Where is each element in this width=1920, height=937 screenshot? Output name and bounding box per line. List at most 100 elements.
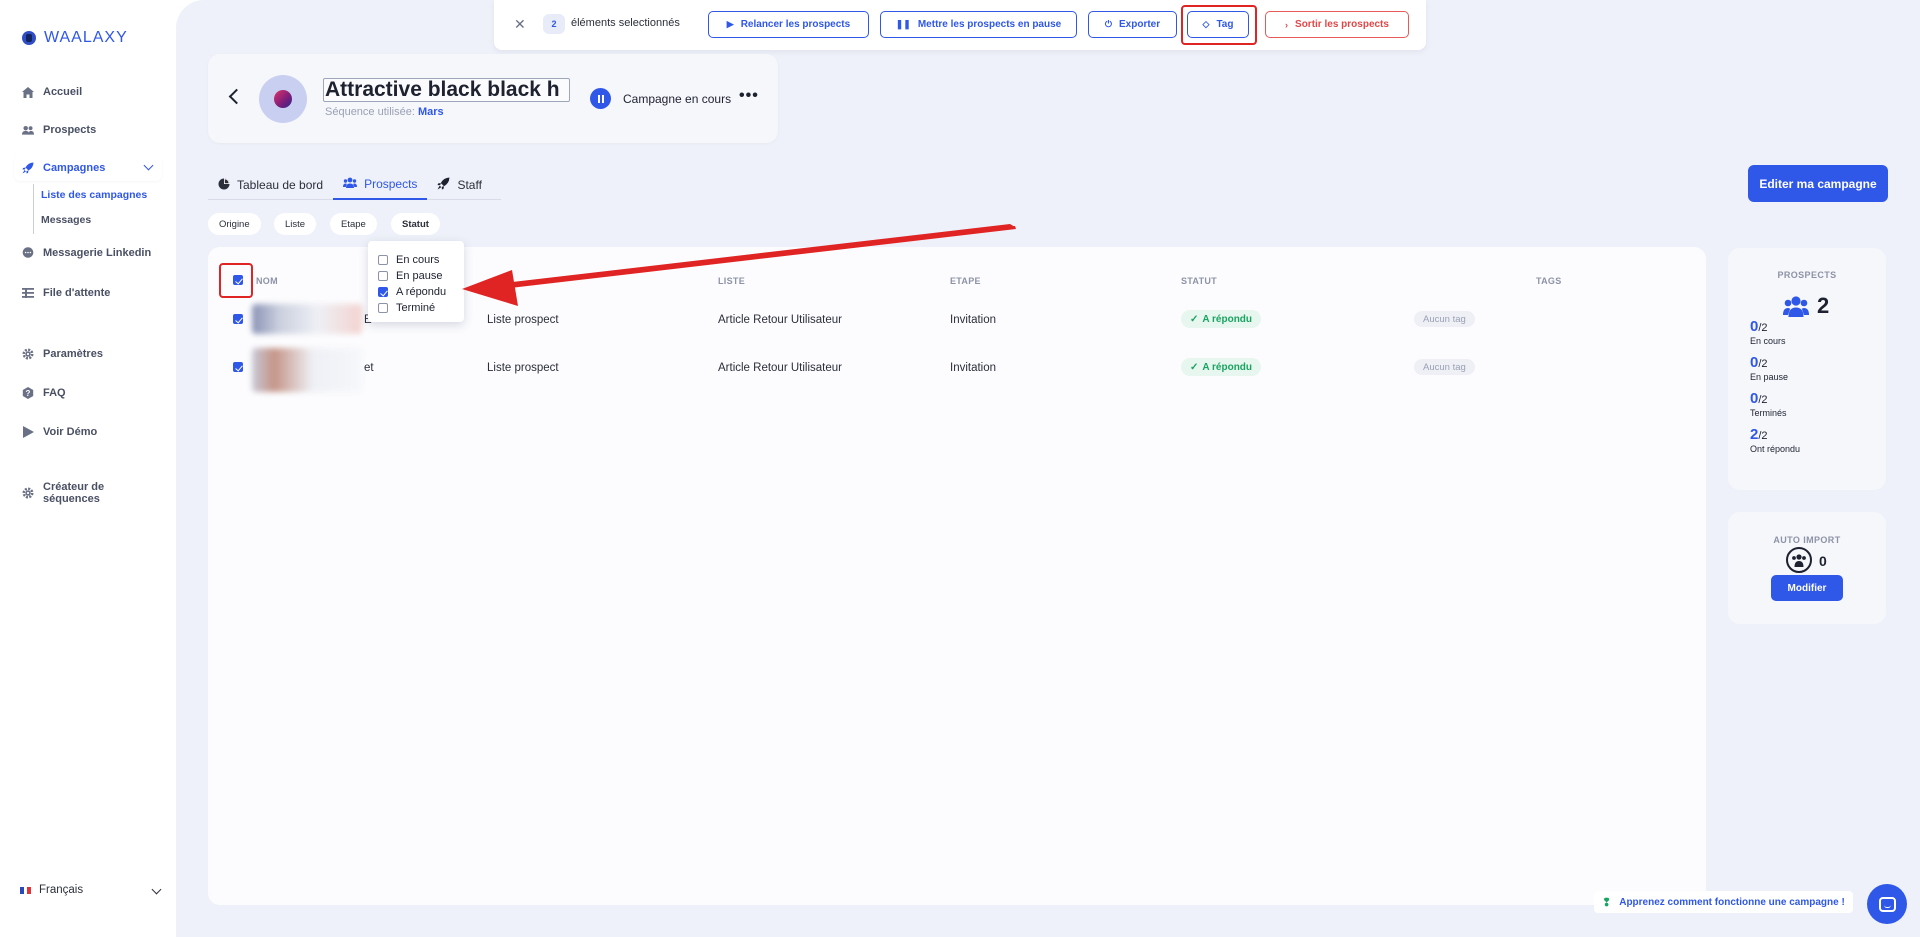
- prospects-table: [208, 247, 1706, 905]
- status-option-checkbox[interactable]: [378, 303, 388, 313]
- pause-campaign-button[interactable]: [590, 88, 611, 109]
- auto-import-icon: [1786, 547, 1812, 573]
- sidebar-item-accueil[interactable]: Accueil: [14, 79, 162, 105]
- pin-icon: ❢: [1602, 896, 1612, 909]
- campaign-title-input[interactable]: Attractive black black h: [323, 78, 570, 102]
- pause-prospects-button[interactable]: ❚❚ Mettre les prospects en pause: [880, 11, 1077, 38]
- stats-total: 2: [1783, 293, 1829, 319]
- sidebar-item-label: Campagnes: [43, 162, 106, 174]
- selected-count-badge: 2: [543, 14, 565, 34]
- selected-count-label: éléments selectionnés: [571, 17, 680, 29]
- play-icon: [22, 426, 34, 438]
- stat-label: En cours: [1750, 336, 1786, 346]
- sidebar-item-file-attente[interactable]: File d'attente: [14, 280, 162, 306]
- sidebar-item-messagerie[interactable]: Messagerie Linkedin: [14, 240, 162, 266]
- chat-icon: [1878, 896, 1896, 912]
- filter-liste[interactable]: Liste: [274, 213, 317, 235]
- close-icon[interactable]: ✕: [514, 16, 526, 33]
- campaign-status: Campagne en cours: [623, 92, 732, 106]
- tag-badge[interactable]: Aucun tag: [1414, 311, 1475, 327]
- sidebar-item-label: Messagerie Linkedin: [43, 247, 152, 259]
- gear-icon: [22, 348, 34, 360]
- subnav-item-campaign-list[interactable]: Liste des campagnes: [41, 184, 147, 209]
- column-header-status[interactable]: STATUT: [1181, 276, 1217, 286]
- tab-prospects[interactable]: Prospects: [333, 170, 428, 200]
- sidebar-item-parametres[interactable]: Paramètres: [14, 341, 162, 367]
- stat-denominator: /2: [1758, 322, 1768, 334]
- remove-prospects-button[interactable]: › Sortir les prospects: [1265, 11, 1409, 38]
- users-icon: [22, 124, 34, 136]
- stat-label: En pause: [1750, 372, 1789, 382]
- brand-name: WAALAXY: [44, 29, 128, 46]
- status-label: A répondu: [1202, 313, 1253, 325]
- chat-icon: [22, 247, 34, 259]
- play-icon: ▶: [726, 19, 734, 29]
- button-label: Exporter: [1119, 19, 1161, 30]
- stat-denominator: /2: [1758, 430, 1768, 442]
- status-option-en-pause[interactable]: En pause: [378, 270, 442, 282]
- stat-en-cours: 0/2 En cours: [1750, 318, 1786, 346]
- column-header-tags[interactable]: TAGS: [1536, 276, 1562, 286]
- pie-chart-icon: [218, 178, 230, 193]
- status-option-termine[interactable]: Terminé: [378, 302, 435, 314]
- filter-etape[interactable]: Etape: [330, 213, 377, 235]
- modify-auto-import-button[interactable]: Modifier: [1771, 575, 1843, 601]
- filter-origine[interactable]: Origine: [208, 213, 261, 235]
- status-option-checkbox[interactable]: [378, 287, 388, 297]
- stat-denominator: /2: [1758, 394, 1768, 406]
- filter-statut[interactable]: Statut: [391, 213, 440, 235]
- status-option-a-repondu[interactable]: A répondu: [378, 286, 446, 298]
- campaigns-subnav: Liste des campagnes Messages: [33, 184, 147, 234]
- tag-badge[interactable]: Aucun tag: [1414, 359, 1475, 375]
- status-badge: ✓ A répondu: [1181, 310, 1262, 328]
- back-arrow-icon[interactable]: [228, 88, 245, 105]
- campaign-avatar-image: [274, 90, 292, 108]
- learn-campaign-link[interactable]: ❢ Apprenez comment fonctionne une campag…: [1594, 891, 1853, 913]
- sidebar-item-label: Prospects: [43, 124, 97, 136]
- sidebar-item-createur-sequences[interactable]: Créateur de séquences: [14, 480, 162, 506]
- chevron-down-icon[interactable]: [143, 160, 154, 171]
- edit-campaign-button[interactable]: Editer ma campagne: [1748, 165, 1888, 202]
- gear-icon: [22, 487, 34, 499]
- learn-campaign-label: Apprenez comment fonctionne une campagne…: [1619, 896, 1845, 908]
- sidebar-item-campagnes[interactable]: Campagnes: [14, 155, 162, 181]
- status-option-checkbox[interactable]: [378, 255, 388, 265]
- brand-logo[interactable]: WAALAXY: [22, 29, 128, 47]
- row-checkbox[interactable]: [233, 362, 243, 372]
- status-option-checkbox[interactable]: [378, 271, 388, 281]
- prospect-avatar-blurred: [252, 304, 362, 334]
- prospect-name[interactable]: et: [364, 362, 374, 374]
- sidebar-item-voir-demo[interactable]: Voir Démo: [14, 419, 162, 445]
- sidebar-item-label: Voir Démo: [43, 426, 98, 438]
- subnav-item-messages[interactable]: Messages: [41, 209, 147, 234]
- status-option-label: En cours: [396, 254, 440, 266]
- support-chat-button[interactable]: [1867, 884, 1907, 924]
- language-selector[interactable]: Français: [20, 884, 162, 896]
- queue-icon: [22, 287, 34, 299]
- sidebar-item-label: File d'attente: [43, 287, 111, 299]
- stat-label: Terminés: [1750, 408, 1787, 418]
- more-options-icon[interactable]: •••: [739, 88, 759, 104]
- campaign-avatar: [259, 75, 307, 123]
- prospect-avatar-blurred: [252, 348, 362, 392]
- status-option-label: En pause: [396, 270, 443, 282]
- french-flag-icon: [20, 886, 32, 894]
- button-label: Relancer les prospects: [740, 19, 851, 30]
- export-button[interactable]: ⏻ Exporter: [1088, 11, 1177, 38]
- users-icon: [343, 177, 358, 191]
- prospect-step: Invitation: [950, 362, 997, 374]
- check-icon: ✓: [1190, 313, 1199, 325]
- relaunch-prospects-button[interactable]: ▶ Relancer les prospects: [708, 11, 869, 38]
- status-option-en-cours[interactable]: En cours: [378, 254, 439, 266]
- tab-label: Prospects: [364, 177, 418, 191]
- sidebar-item-prospects[interactable]: Prospects: [14, 117, 162, 143]
- tab-staff[interactable]: Staff: [427, 170, 491, 200]
- sidebar-item-faq[interactable]: ? FAQ: [14, 380, 162, 406]
- row-checkbox[interactable]: [233, 314, 243, 324]
- status-badge: ✓ A répondu: [1181, 358, 1262, 376]
- column-header-name[interactable]: NOM: [256, 276, 278, 286]
- sequence-name-link[interactable]: Mars: [418, 106, 444, 118]
- status-label: A répondu: [1202, 361, 1253, 373]
- tab-dashboard[interactable]: Tableau de bord: [208, 170, 333, 200]
- stat-label: Ont répondu: [1750, 444, 1801, 454]
